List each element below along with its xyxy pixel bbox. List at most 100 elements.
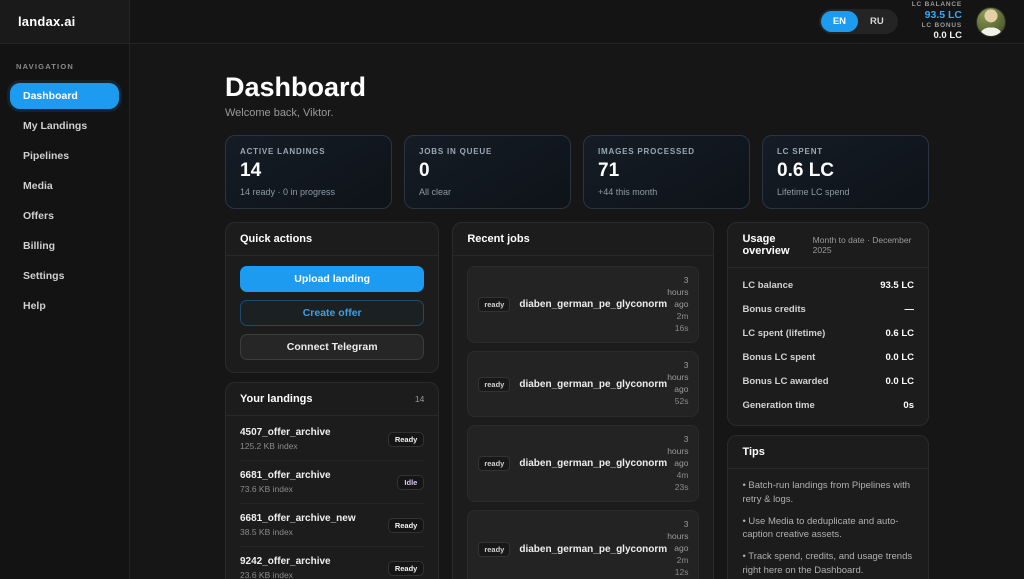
- landing-name: 6681_offer_archive_new: [240, 513, 356, 524]
- stat-value: 14: [240, 160, 377, 182]
- job-row[interactable]: ready diaben_german_pe_glyconorm 3 hours…: [467, 425, 699, 502]
- sidebar-item-billing[interactable]: Billing: [10, 233, 119, 259]
- tip-item: • Track spend, credits, and usage trends…: [742, 550, 914, 578]
- landing-row[interactable]: 9242_offer_archive 23.6 KB index Ready: [240, 547, 424, 579]
- landing-name: 6681_offer_archive: [240, 470, 331, 481]
- usage-label: Bonus LC spent: [742, 352, 815, 363]
- landing-size: 125.2 KB index: [240, 441, 331, 451]
- usage-row: Bonus LC awarded 0.0 LC: [742, 369, 914, 393]
- recent-jobs-panel: Recent jobs ready diaben_german_pe_glyco…: [452, 222, 714, 579]
- usage-overview-panel: Usage overview Month to date · December …: [727, 222, 929, 426]
- job-ago: 3 hours ago: [667, 519, 688, 555]
- usage-label: Bonus credits: [742, 304, 805, 315]
- job-row[interactable]: ready diaben_german_pe_glyconorm 3 hours…: [467, 266, 699, 343]
- sidebar-item-help[interactable]: Help: [10, 293, 119, 319]
- top-bar: landax.ai EN RU LC BALANCE 93.5 LC LC BO…: [0, 0, 1024, 44]
- stat-card-jobs-in-queue: JOBS IN QUEUE 0 All clear: [404, 135, 571, 209]
- lang-en-button[interactable]: EN: [821, 11, 858, 32]
- usage-label: LC balance: [742, 280, 793, 291]
- your-landings-panel: Your landings 14 4507_offer_archive 125.…: [225, 382, 439, 579]
- job-status-badge: ready: [478, 542, 510, 557]
- quick-actions-panel: Quick actions Upload landing Create offe…: [225, 222, 439, 373]
- lang-ru-button[interactable]: RU: [858, 11, 896, 32]
- sidebar: NAVIGATION Dashboard My Landings Pipelin…: [0, 44, 130, 579]
- usage-value: 0.0 LC: [885, 352, 914, 363]
- logo-cell: landax.ai: [0, 0, 130, 43]
- usage-row: LC spent (lifetime) 0.6 LC: [742, 321, 914, 345]
- job-status-badge: ready: [478, 297, 510, 312]
- landing-size: 38.5 KB index: [240, 527, 356, 537]
- stat-value: 0: [419, 160, 556, 182]
- stat-card-images-processed: IMAGES PROCESSED 71 +44 this month: [583, 135, 750, 209]
- usage-period: Month to date · December 2025: [813, 235, 914, 255]
- usage-label: LC spent (lifetime): [742, 328, 825, 339]
- job-duration: 2m 16s: [667, 311, 688, 335]
- job-ago: 3 hours ago: [667, 275, 688, 311]
- language-switcher: EN RU: [819, 9, 898, 34]
- upload-landing-button[interactable]: Upload landing: [240, 266, 424, 292]
- landing-row[interactable]: 4507_offer_archive 125.2 KB index Ready: [240, 418, 424, 461]
- usage-label: Generation time: [742, 400, 814, 411]
- job-duration: 52s: [667, 396, 688, 408]
- tips-panel: Tips • Batch-run landings from Pipelines…: [727, 435, 929, 579]
- job-name: diaben_german_pe_glyconorm: [519, 544, 667, 555]
- your-landings-title: Your landings: [240, 393, 313, 405]
- sidebar-item-offers[interactable]: Offers: [10, 203, 119, 229]
- usage-row: Bonus LC spent 0.0 LC: [742, 345, 914, 369]
- lc-balance-block: LC BALANCE 93.5 LC LC BONUS 0.0 LC: [912, 1, 962, 42]
- job-name: diaben_german_pe_glyconorm: [519, 458, 667, 469]
- tips-title: Tips: [742, 446, 764, 458]
- create-offer-button[interactable]: Create offer: [240, 300, 424, 326]
- usage-value: —: [905, 304, 915, 315]
- user-avatar[interactable]: [976, 7, 1006, 37]
- landing-row[interactable]: 6681_offer_archive 73.6 KB index Idle: [240, 461, 424, 504]
- stat-sub: Lifetime LC spend: [777, 187, 914, 197]
- stat-value: 0.6 LC: [777, 160, 914, 182]
- status-badge: Idle: [397, 475, 424, 490]
- landing-size: 73.6 KB index: [240, 484, 331, 494]
- connect-telegram-button[interactable]: Connect Telegram: [240, 334, 424, 360]
- lc-balance-label: LC BALANCE: [912, 1, 962, 9]
- stat-card-active-landings: ACTIVE LANDINGS 14 14 ready · 0 in progr…: [225, 135, 392, 209]
- sidebar-section-label: NAVIGATION: [0, 56, 129, 79]
- landing-row[interactable]: 6681_offer_archive_new 38.5 KB index Rea…: [240, 504, 424, 547]
- stat-sub: +44 this month: [598, 187, 735, 197]
- usage-row: Generation time 0s: [742, 393, 914, 417]
- status-badge: Ready: [388, 518, 425, 533]
- job-status-badge: ready: [478, 377, 510, 392]
- usage-value: 93.5 LC: [880, 280, 914, 291]
- tip-item: • Use Media to deduplicate and auto-capt…: [742, 515, 914, 543]
- tip-item: • Batch-run landings from Pipelines with…: [742, 479, 914, 507]
- stat-value: 71: [598, 160, 735, 182]
- job-duration: 4m 23s: [667, 470, 688, 494]
- job-ago: 3 hours ago: [667, 360, 688, 396]
- landing-name: 4507_offer_archive: [240, 427, 331, 438]
- lc-balance-value: 93.5 LC: [912, 9, 962, 22]
- lc-bonus-value: 0.0 LC: [912, 30, 962, 42]
- stat-sub: 14 ready · 0 in progress: [240, 187, 377, 197]
- usage-value: 0.6 LC: [885, 328, 914, 339]
- status-badge: Ready: [388, 561, 425, 576]
- sidebar-item-dashboard[interactable]: Dashboard: [10, 83, 119, 109]
- sidebar-item-my-landings[interactable]: My Landings: [10, 113, 119, 139]
- stat-label: ACTIVE LANDINGS: [240, 147, 377, 156]
- job-row[interactable]: ready diaben_german_pe_glyconorm 3 hours…: [467, 510, 699, 579]
- job-name: diaben_german_pe_glyconorm: [519, 379, 667, 390]
- stat-label: IMAGES PROCESSED: [598, 147, 735, 156]
- recent-jobs-title: Recent jobs: [467, 233, 529, 245]
- usage-value: 0.0 LC: [885, 376, 914, 387]
- sidebar-item-media[interactable]: Media: [10, 173, 119, 199]
- sidebar-item-pipelines[interactable]: Pipelines: [10, 143, 119, 169]
- stat-label: LC SPENT: [777, 147, 914, 156]
- job-name: diaben_german_pe_glyconorm: [519, 299, 667, 310]
- lc-bonus-label: LC BONUS: [912, 22, 962, 30]
- sidebar-item-settings[interactable]: Settings: [10, 263, 119, 289]
- job-row[interactable]: ready diaben_german_pe_glyconorm 3 hours…: [467, 351, 699, 417]
- topbar-right: EN RU LC BALANCE 93.5 LC LC BONUS 0.0 LC: [130, 0, 1024, 43]
- usage-value: 0s: [903, 400, 914, 411]
- landing-name: 9242_offer_archive: [240, 556, 331, 567]
- job-duration: 2m 12s: [667, 555, 688, 579]
- usage-label: Bonus LC awarded: [742, 376, 828, 387]
- status-badge: Ready: [388, 432, 425, 447]
- usage-row: LC balance 93.5 LC: [742, 273, 914, 297]
